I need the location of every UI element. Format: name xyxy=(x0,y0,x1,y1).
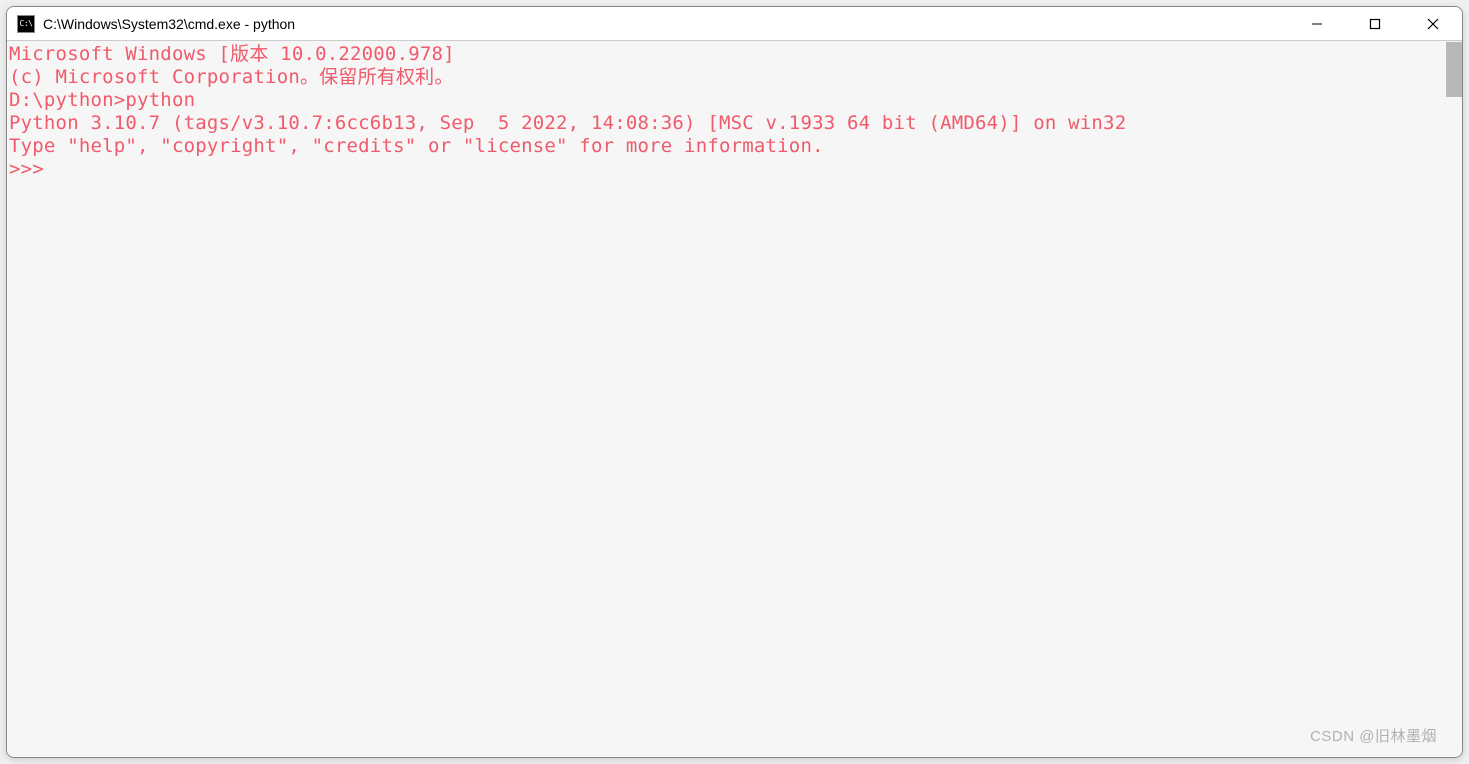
minimize-button[interactable] xyxy=(1288,7,1346,40)
cmd-window: C:\ C:\Windows\System32\cmd.exe - python… xyxy=(6,6,1463,758)
terminal-line: Python 3.10.7 (tags/v3.10.7:6cc6b13, Sep… xyxy=(9,112,1462,135)
close-button[interactable] xyxy=(1404,7,1462,40)
minimize-icon xyxy=(1311,18,1323,30)
window-title: C:\Windows\System32\cmd.exe - python xyxy=(43,16,1288,32)
watermark: CSDN @旧林墨烟 xyxy=(1310,725,1437,746)
terminal-line: >>> xyxy=(9,158,1462,181)
maximize-button[interactable] xyxy=(1346,7,1404,40)
terminal-line: (c) Microsoft Corporation。保留所有权利。 xyxy=(9,66,1462,89)
terminal-line: D:\python>python xyxy=(9,89,1462,112)
cmd-icon-text: C:\ xyxy=(20,19,33,28)
terminal-output[interactable]: Microsoft Windows [版本 10.0.22000.978](c)… xyxy=(7,41,1462,757)
terminal-line: Type "help", "copyright", "credits" or "… xyxy=(9,135,1462,158)
titlebar[interactable]: C:\ C:\Windows\System32\cmd.exe - python xyxy=(7,7,1462,41)
window-controls xyxy=(1288,7,1462,40)
cmd-icon: C:\ xyxy=(17,15,35,33)
close-icon xyxy=(1427,18,1439,30)
scrollbar-thumb[interactable] xyxy=(1446,42,1462,97)
terminal-line: Microsoft Windows [版本 10.0.22000.978] xyxy=(9,43,1462,66)
maximize-icon xyxy=(1369,18,1381,30)
